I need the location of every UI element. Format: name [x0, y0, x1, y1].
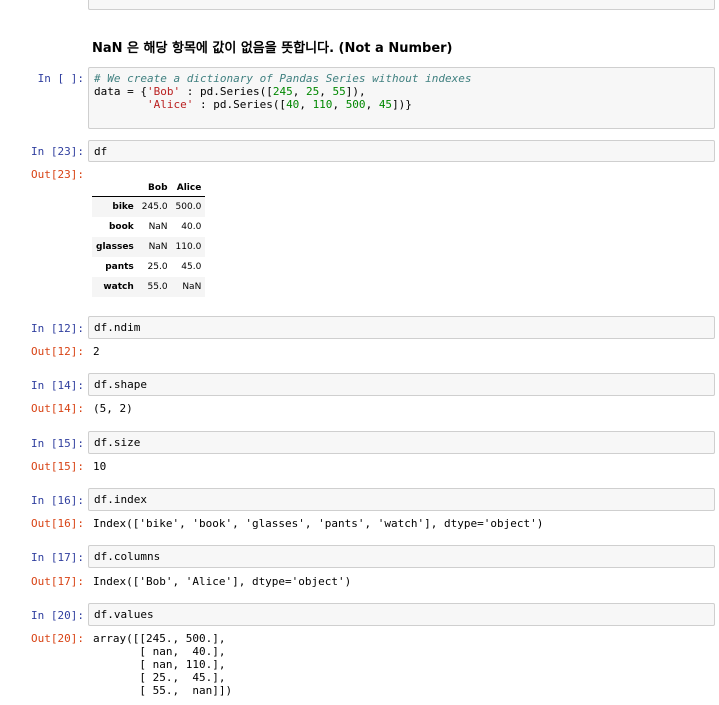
code-cell-values[interactable]: df.values [88, 603, 715, 626]
code-comment: # We create a dictionary of Pandas Serie… [94, 72, 472, 85]
previous-code-cell[interactable] [88, 0, 715, 10]
code-text: , [299, 98, 313, 111]
code-cell-df[interactable]: df [88, 140, 715, 162]
input-prompt: In [15]: [31, 437, 84, 450]
row-index: bike [112, 202, 134, 212]
output-prompt: Out[23]: [31, 168, 84, 181]
output-result: Index(['Bob', 'Alice'], dtype='object') [93, 575, 352, 588]
table-row: watch 55.0 NaN [92, 277, 206, 297]
cell-value: 40.0 [181, 222, 202, 232]
code-cell-index[interactable]: df.index [88, 488, 715, 511]
input-prompt: In [16]: [31, 494, 84, 507]
row-index: watch [103, 282, 134, 292]
output-prompt: Out[17]: [31, 575, 84, 588]
table-row: pants 25.0 45.0 [92, 257, 205, 277]
output-result: (5, 2) [93, 402, 133, 415]
table-row: glasses NaN 110.0 [92, 237, 206, 257]
output-result: array([[245., 500.], [ nan, 40.], [ nan,… [93, 632, 233, 697]
code-string: 'Bob' [146, 85, 181, 98]
code-text: : pd.Series([ [193, 98, 287, 111]
code-cell-size[interactable]: df.size [88, 431, 715, 454]
cell-value: NaN [182, 282, 202, 292]
input-prompt: In [20]: [31, 609, 84, 622]
row-index: book [108, 222, 134, 232]
code-text: , [332, 98, 346, 111]
code-text: , [292, 85, 306, 98]
code-number: 25 [305, 85, 320, 98]
output-prompt: Out[16]: [31, 517, 84, 530]
output-prompt: Out[14]: [31, 402, 84, 415]
code-cell-columns[interactable]: df.columns [88, 545, 715, 568]
output-prompt: Out[12]: [31, 345, 84, 358]
output-prompt: Out[20]: [31, 632, 84, 645]
code-text: , [319, 85, 333, 98]
cell-value: NaN [148, 242, 168, 252]
input-prompt: In [14]: [31, 379, 84, 392]
code-string: 'Alice' [146, 98, 194, 111]
code-number: 500 [345, 98, 366, 111]
code-number: 55 [332, 85, 346, 98]
code-number: 245 [272, 85, 293, 98]
output-result: 2 [93, 345, 100, 358]
code-number: 40 [286, 98, 300, 111]
input-prompt: In [23]: [31, 145, 84, 158]
output-result: Index(['bike', 'book', 'glasses', 'pants… [93, 517, 544, 530]
input-prompt: In [12]: [31, 322, 84, 335]
code-cell-shape[interactable]: df.shape [88, 373, 715, 396]
code-number: 45 [378, 98, 393, 111]
cell-value: 245.0 [141, 202, 168, 212]
code-text: ])} [392, 98, 412, 111]
cell-value: 500.0 [175, 202, 202, 212]
column-header: Bob [137, 179, 172, 197]
code-text: : pd.Series([ [180, 85, 273, 98]
output-prompt: Out[15]: [31, 460, 84, 473]
input-prompt: In [17]: [31, 551, 84, 564]
input-prompt: In [ ]: [37, 72, 84, 85]
code-cell-ndim[interactable]: df.ndim [88, 316, 715, 339]
code-text: data = { [94, 85, 147, 98]
cell-value: 45.0 [181, 262, 202, 272]
markdown-heading: NaN 은 해당 항목에 값이 없음을 뜻합니다. (Not a Number) [92, 41, 453, 56]
code-text: ]), [345, 85, 366, 98]
code-text: , [365, 98, 379, 111]
cell-value: 55.0 [147, 282, 168, 292]
cell-value: 25.0 [147, 262, 168, 272]
column-header: Alice [171, 179, 206, 197]
table-row: book NaN 40.0 [92, 217, 205, 237]
row-index: glasses [96, 242, 134, 252]
code-cell-dict[interactable]: # We create a dictionary of Pandas Serie… [88, 67, 715, 129]
cell-value: 110.0 [175, 242, 202, 252]
code-number: 110 [312, 98, 333, 111]
index-header [92, 179, 138, 197]
table-row: bike 245.0 500.0 [92, 196, 206, 217]
dataframe-table: Bob Alice bike 245.0 500.0 book NaN 40.0… [92, 179, 206, 297]
row-index: pants [105, 262, 134, 272]
output-result: 10 [93, 460, 107, 473]
cell-value: NaN [148, 222, 168, 232]
